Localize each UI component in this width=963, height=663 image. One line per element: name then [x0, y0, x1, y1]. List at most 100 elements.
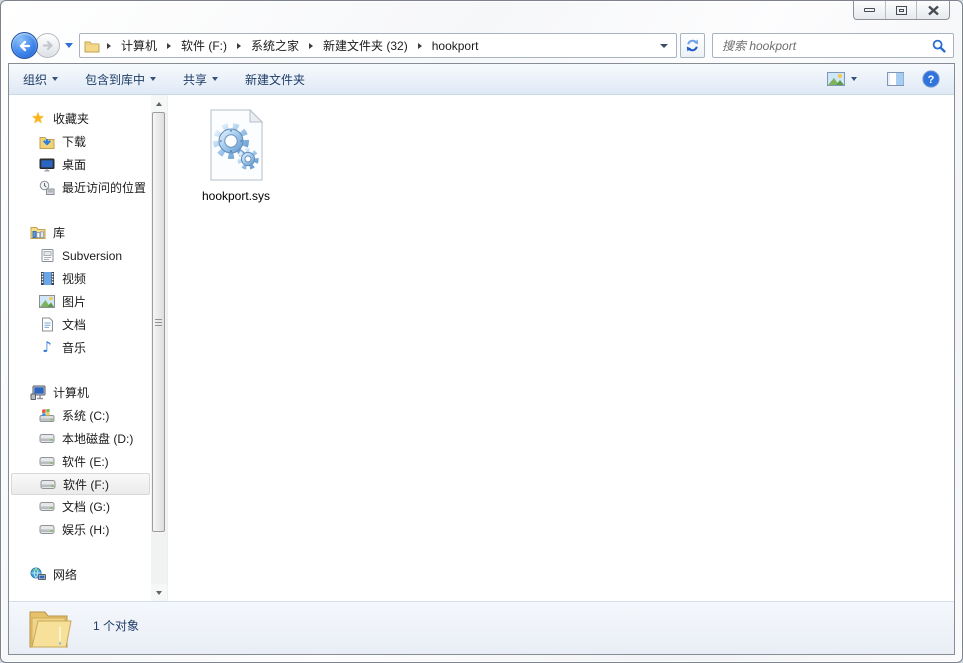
breadcrumb-xitongzhijia[interactable]: 系统之家 [248, 35, 302, 56]
search-box [712, 33, 954, 58]
title-bar[interactable] [1, 1, 962, 30]
views-icon [827, 72, 845, 86]
address-bar[interactable]: 计算机 软件 (F:) 系统之家 新建文件夹 (32) hookport [79, 33, 677, 58]
sidebar-scrollbar [151, 95, 167, 601]
chevron-right-icon [167, 43, 171, 49]
arrow-left-icon [17, 39, 32, 53]
maximize-button[interactable] [885, 1, 916, 19]
minimize-button[interactable] [854, 1, 885, 19]
sidebar-item-drive-e[interactable]: 软件 (E:) [9, 450, 151, 473]
sidebar-item-recent-places[interactable]: 最近访问的位置 [9, 176, 151, 199]
new-folder-label: 新建文件夹 [245, 71, 305, 88]
folder-icon [84, 39, 100, 53]
sidebar-item-downloads[interactable]: 下载 [9, 130, 151, 153]
sidebar-item-drive-c[interactable]: 系统 (C:) [9, 404, 151, 427]
sidebar-item-desktop[interactable]: 桌面 [9, 153, 151, 176]
search-input[interactable] [720, 38, 932, 54]
change-view-button[interactable] [827, 72, 857, 86]
toolbar-right-icons: ? [827, 70, 940, 88]
network-icon [30, 567, 46, 583]
new-folder-button[interactable]: 新建文件夹 [245, 71, 305, 88]
file-list-area[interactable]: hookport.sys [167, 95, 954, 601]
sidebar-item-drive-d[interactable]: 本地磁盘 (D:) [9, 427, 151, 450]
sidebar-item-computer[interactable]: 计算机 [9, 381, 151, 404]
sidebar-item-network[interactable]: 网络 [9, 563, 151, 586]
libraries-group: 库 Subversion [9, 221, 151, 359]
arrow-right-icon [41, 39, 55, 52]
network-group: 网络 [9, 563, 151, 586]
documents-icon [39, 317, 55, 333]
sidebar-item-documents[interactable]: 文档 [9, 313, 151, 336]
breadcrumb-computer[interactable]: 计算机 [118, 35, 160, 56]
scroll-up-button[interactable] [151, 95, 167, 112]
share-menu[interactable]: 共享 [183, 71, 218, 88]
sidebar-item-libraries[interactable]: 库 [9, 221, 151, 244]
explorer-body: ★ 收藏夹 下载 [9, 95, 954, 601]
libraries-icon [30, 225, 46, 241]
favorites-label: 收藏夹 [53, 110, 89, 127]
libraries-label: 库 [53, 224, 65, 241]
drive-icon [40, 476, 56, 492]
forward-button[interactable] [35, 33, 60, 58]
history-dropdown[interactable] [65, 43, 73, 48]
chevron-down-icon [212, 77, 218, 81]
chevron-down-icon [851, 77, 857, 81]
drive-icon [39, 454, 55, 470]
documents-label: 文档 [62, 316, 86, 333]
navigation-bar: 计算机 软件 (F:) 系统之家 新建文件夹 (32) hookport [1, 30, 962, 63]
file-name-label: hookport.sys [188, 189, 284, 203]
recent-places-icon [39, 180, 55, 196]
address-dropdown-icon[interactable] [660, 44, 668, 48]
breadcrumb-hookport[interactable]: hookport [429, 37, 482, 55]
back-button[interactable] [11, 32, 38, 59]
sidebar-item-drive-h[interactable]: 娱乐 (H:) [9, 518, 151, 541]
include-in-library-menu[interactable]: 包含到库中 [85, 71, 156, 88]
library-icon [39, 248, 55, 264]
close-button[interactable] [916, 1, 949, 19]
refresh-button[interactable] [680, 33, 705, 58]
sidebar-item-pictures[interactable]: 图片 [9, 290, 151, 313]
scrollbar-track[interactable] [151, 112, 167, 584]
favorites-group: ★ 收藏夹 下载 [9, 107, 151, 199]
pictures-icon [39, 294, 55, 310]
sidebar-item-subversion[interactable]: Subversion [9, 244, 151, 267]
help-button[interactable]: ? [922, 70, 940, 88]
sidebar-item-videos[interactable]: 视频 [9, 267, 151, 290]
sidebar-item-drive-f[interactable]: 软件 (F:) [11, 473, 150, 495]
search-icon[interactable] [932, 39, 946, 53]
drive-icon [39, 499, 55, 515]
star-icon: ★ [30, 111, 46, 127]
videos-label: 视频 [62, 270, 86, 287]
recent-places-label: 最近访问的位置 [62, 179, 146, 196]
sidebar-item-drive-g[interactable]: 文档 (G:) [9, 495, 151, 518]
help-icon: ? [922, 70, 940, 88]
status-bar: 1 个对象 [9, 601, 954, 654]
system-drive-icon [39, 408, 55, 424]
preview-pane-button[interactable] [887, 72, 904, 86]
breadcrumb-drive-f[interactable]: 软件 (F:) [178, 35, 230, 56]
refresh-icon [685, 38, 700, 53]
breadcrumb-new-folder-32[interactable]: 新建文件夹 (32) [320, 35, 411, 56]
minimize-icon [864, 8, 875, 12]
sidebar-item-favorites[interactable]: ★ 收藏夹 [9, 107, 151, 130]
scrollbar-thumb[interactable] [152, 112, 165, 532]
sys-file-gears-icon [204, 109, 268, 181]
drive-g-label: 文档 (G:) [62, 498, 110, 515]
subversion-label: Subversion [62, 249, 122, 263]
file-item-hookport-sys[interactable]: hookport.sys [188, 109, 284, 203]
chevron-right-icon [107, 43, 111, 49]
computer-icon [30, 385, 46, 401]
close-icon [927, 5, 940, 16]
navigation-pane: ★ 收藏夹 下载 [9, 95, 151, 601]
breadcrumb: 计算机 软件 (F:) 系统之家 新建文件夹 (32) hookport [100, 35, 656, 56]
drive-e-label: 软件 (E:) [62, 453, 109, 470]
chevron-down-icon [52, 77, 58, 81]
organize-menu[interactable]: 组织 [23, 71, 58, 88]
computer-label: 计算机 [53, 384, 89, 401]
pictures-label: 图片 [62, 293, 86, 310]
sidebar-item-music[interactable]: ♪ 音乐 [9, 336, 151, 359]
scroll-down-button[interactable] [151, 584, 167, 601]
organize-label: 组织 [23, 71, 47, 88]
open-folder-icon [27, 607, 73, 651]
drive-c-label: 系统 (C:) [62, 407, 109, 424]
